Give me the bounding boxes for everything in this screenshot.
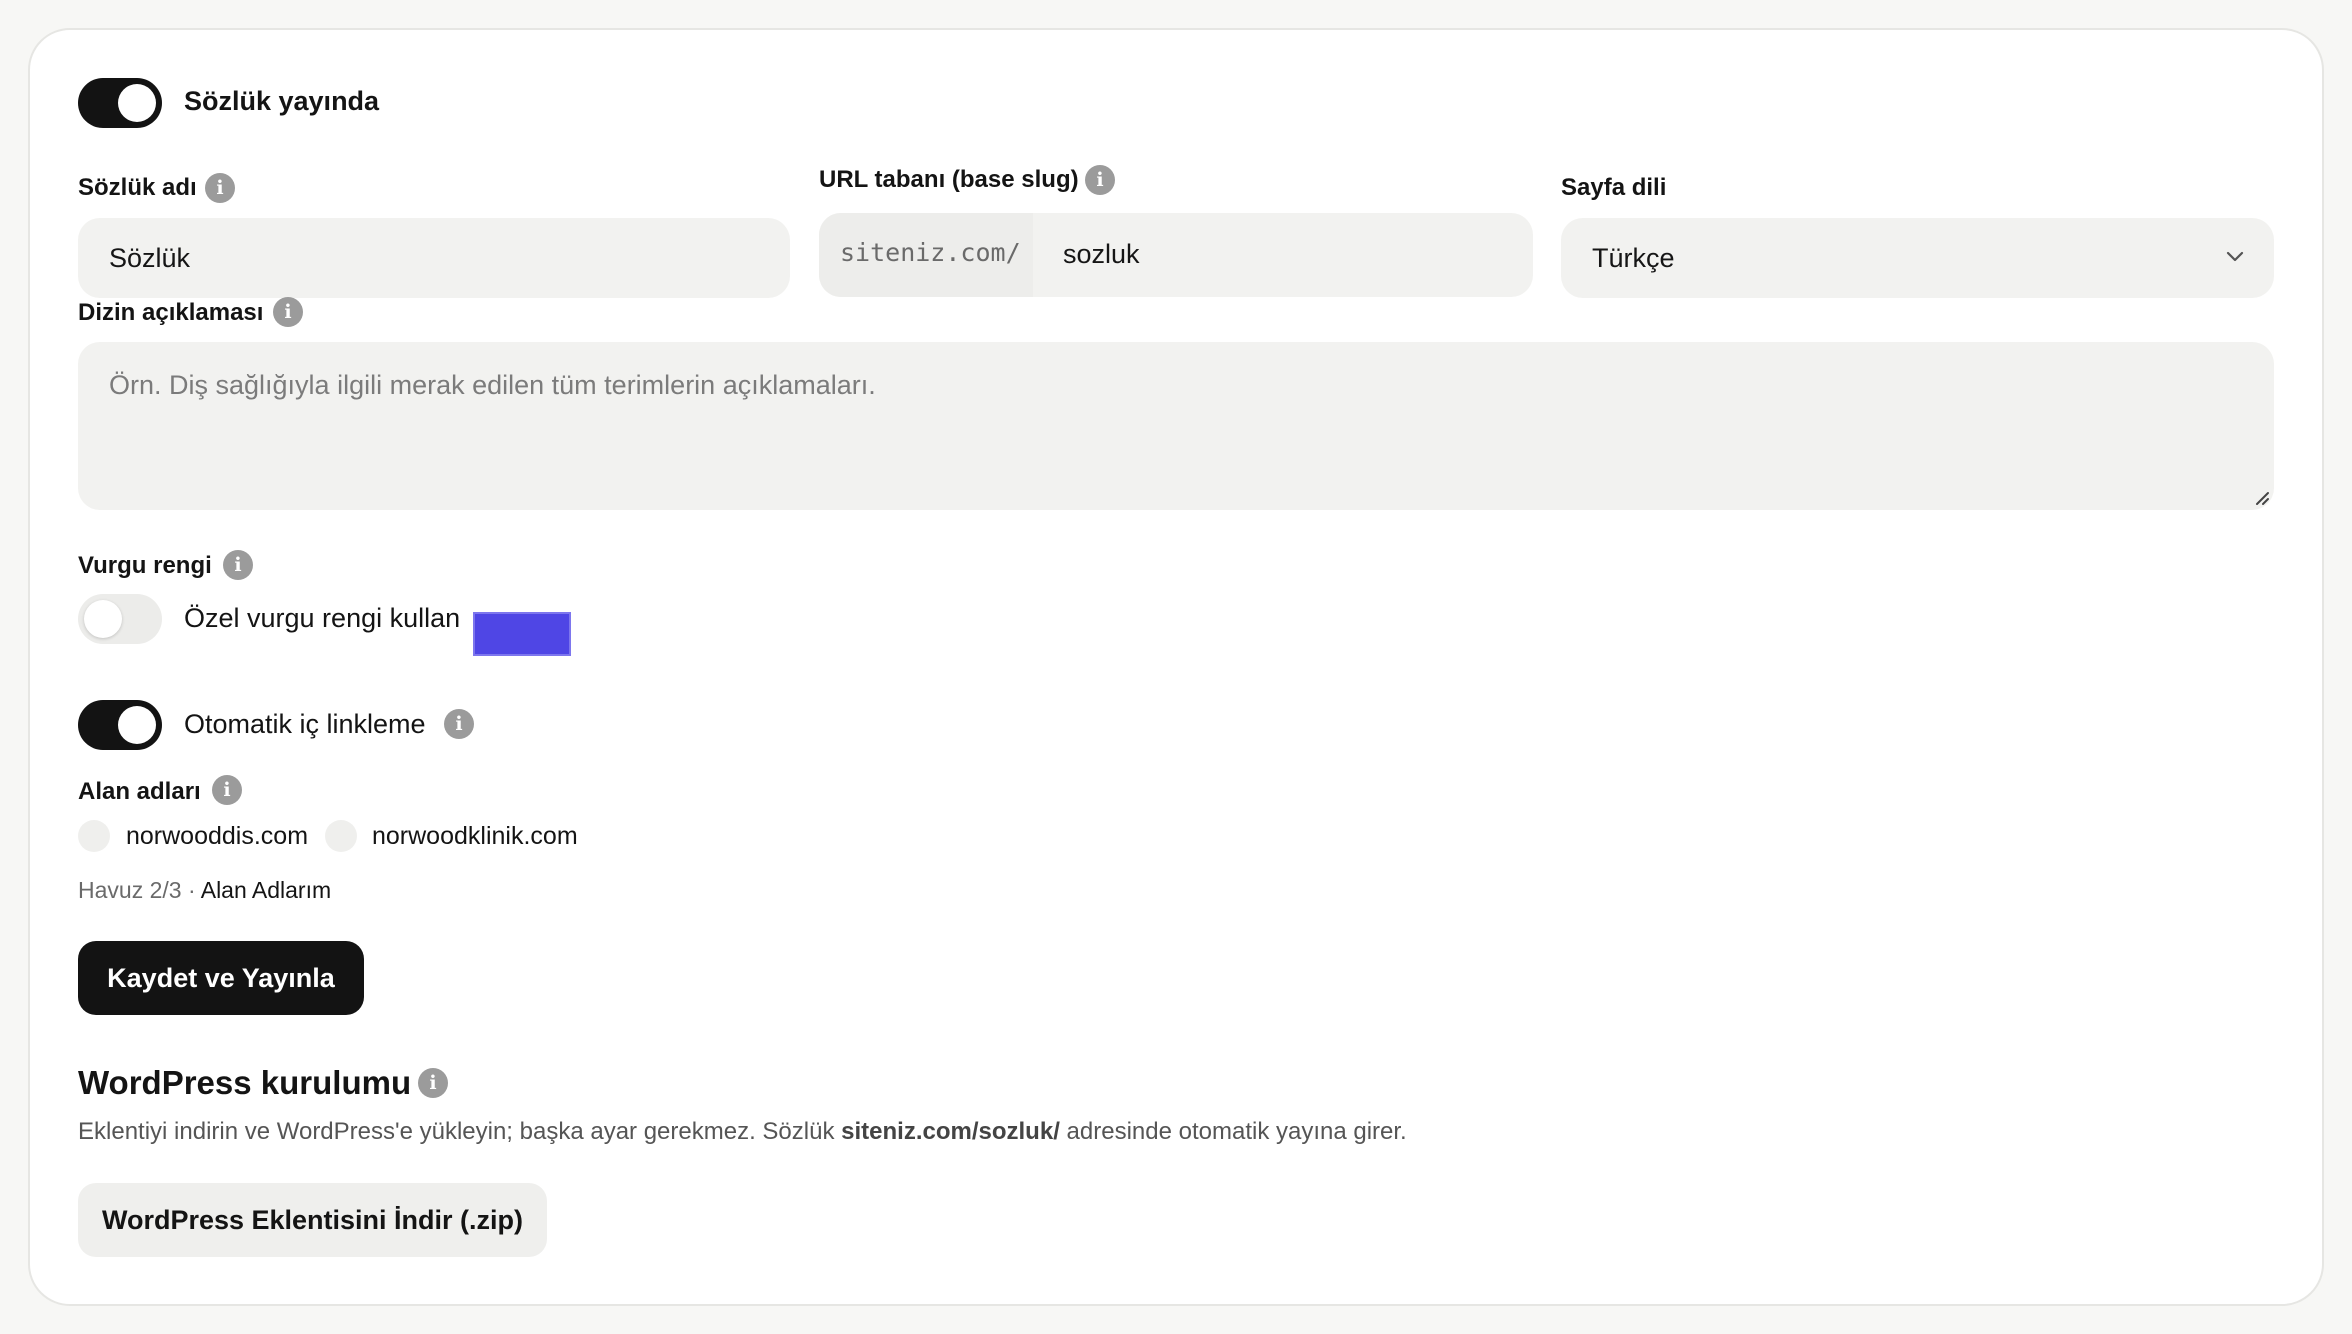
- publish-label: Sözlük yayında: [184, 86, 380, 116]
- domains-link[interactable]: Alan Adlarım: [201, 877, 331, 903]
- description-placeholder: Örn. Diş sağlığıyla ilgili merak edilen …: [109, 370, 876, 400]
- chevron-down-icon: [2226, 251, 2244, 262]
- name-input[interactable]: Sözlük: [78, 218, 790, 298]
- accent-toggle[interactable]: [78, 594, 162, 644]
- accent-toggle-label: Özel vurgu rengi kullan: [184, 603, 461, 633]
- domains-label: Alan adları: [78, 778, 201, 805]
- wordpress-desc-url: siteniz.com/sozluk/: [841, 1118, 1060, 1145]
- wordpress-description: Eklentiyi indirin ve WordPress'e yükleyi…: [78, 1118, 1407, 1146]
- publish-toggle[interactable]: [78, 78, 162, 128]
- domain-label: norwoodklinik.com: [372, 822, 578, 850]
- slug-prefix: siteniz.com/: [819, 213, 1033, 297]
- accent-color-swatch[interactable]: [473, 612, 571, 656]
- resize-handle-icon[interactable]: [2254, 490, 2270, 506]
- language-select-value: Türkçe: [1592, 243, 1675, 273]
- name-input-value: Sözlük: [109, 243, 191, 273]
- wordpress-desc-text: Eklentiyi indirin ve WordPress'e yükleyi…: [78, 1118, 835, 1145]
- toggle-knob: [118, 84, 156, 122]
- wordpress-title: WordPress kurulumu: [78, 1064, 412, 1101]
- slug-input[interactable]: siteniz.com/ sozluk: [819, 213, 1533, 297]
- wordpress-desc-text: adresinde otomatik yayına girer.: [1066, 1118, 1407, 1145]
- info-icon[interactable]: i: [444, 709, 474, 739]
- toggle-knob: [118, 706, 156, 744]
- name-label: Sözlük adı: [78, 174, 197, 201]
- pool-count: Havuz 2/3 ·: [78, 877, 196, 903]
- description-label: Dizin açıklaması: [78, 299, 264, 326]
- slug-input-value: sozluk: [1063, 239, 1140, 269]
- slug-label: URL tabanı (base slug): [819, 166, 1079, 193]
- info-icon[interactable]: i: [223, 550, 253, 580]
- description-textarea[interactable]: Örn. Diş sağlığıyla ilgili merak edilen …: [78, 342, 2274, 510]
- info-icon[interactable]: i: [1085, 165, 1115, 195]
- download-plugin-button[interactable]: WordPress Eklentisini İndir (.zip): [78, 1183, 547, 1257]
- language-label: Sayfa dili: [1561, 174, 1667, 201]
- auto-link-label: Otomatik iç linkleme: [184, 709, 426, 739]
- info-icon[interactable]: i: [418, 1068, 448, 1098]
- domain-label: norwooddis.com: [126, 822, 309, 850]
- info-icon[interactable]: i: [212, 775, 242, 805]
- domain-checkbox[interactable]: [325, 820, 357, 852]
- info-icon[interactable]: i: [273, 297, 303, 327]
- toggle-knob: [84, 600, 122, 638]
- domain-checkbox[interactable]: [78, 820, 110, 852]
- accent-label: Vurgu rengi: [78, 552, 212, 579]
- save-publish-button[interactable]: Kaydet ve Yayınla: [78, 941, 364, 1015]
- info-icon[interactable]: i: [205, 173, 235, 203]
- auto-link-toggle[interactable]: [78, 700, 162, 750]
- language-select[interactable]: Türkçe: [1561, 218, 2274, 298]
- domain-pool: Havuz 2/3 · Alan Adlarım: [78, 877, 331, 904]
